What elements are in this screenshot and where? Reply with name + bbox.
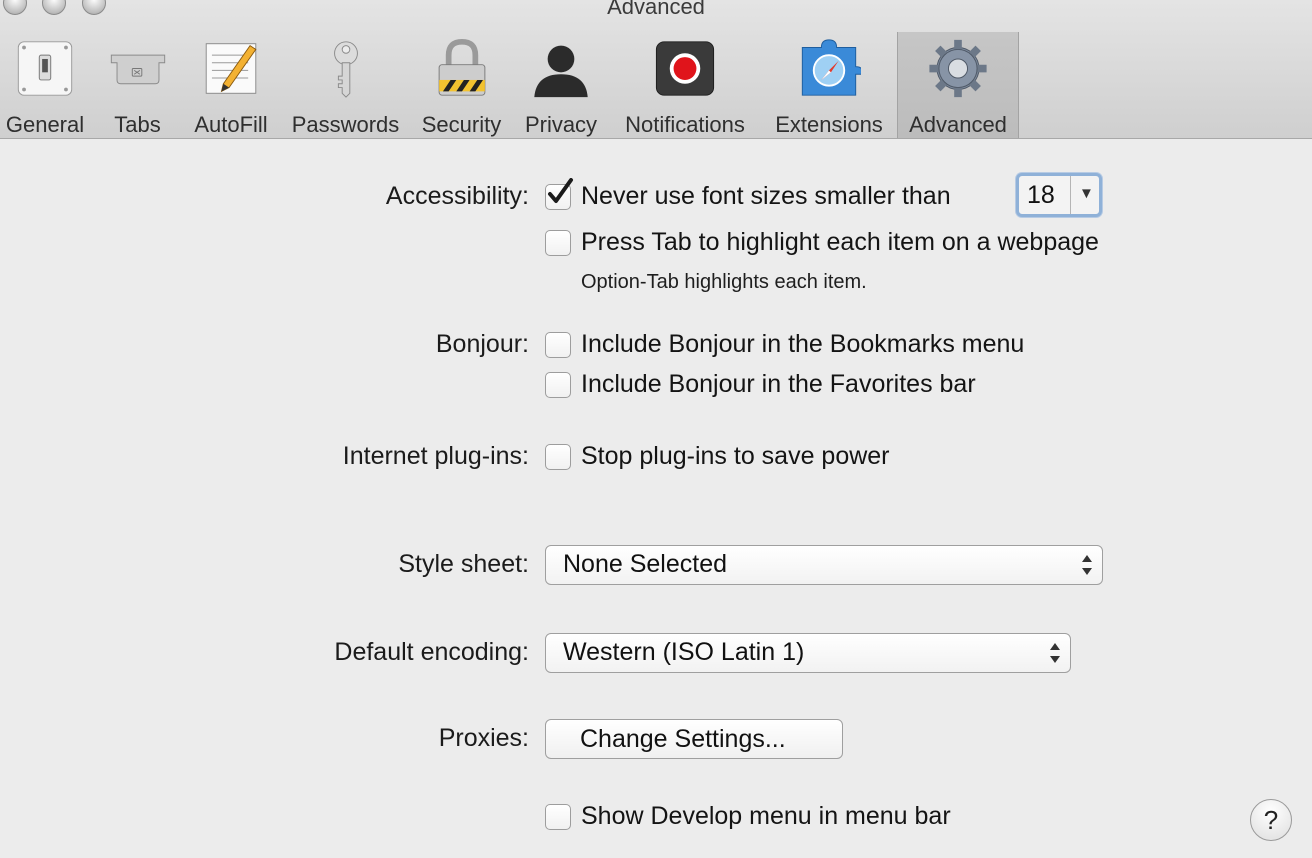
- tabs-icon: [110, 54, 165, 85]
- toolbar-label: Security: [421, 112, 502, 137]
- toolbar-item-passwords[interactable]: Passwords: [288, 32, 403, 138]
- bonjour-favorites-label: Include Bonjour in the Favorites bar: [581, 370, 976, 398]
- up-down-arrows-icon: [1082, 555, 1092, 575]
- style-sheet-label: Style sheet:: [398, 550, 529, 578]
- bonjour-bookmarks-label: Include Bonjour in the Bookmarks menu: [581, 330, 1025, 358]
- chevron-down-icon: ▼: [1079, 185, 1094, 202]
- toolbar-label: AutoFill: [194, 112, 268, 137]
- min-font-size-value: 18: [1027, 181, 1055, 209]
- stop-plugins-checkbox[interactable]: [545, 444, 571, 470]
- toolbar-item-security[interactable]: Security: [414, 32, 509, 138]
- bonjour-label: Bonjour:: [435, 330, 529, 358]
- style-sheet-popup[interactable]: None Selected: [545, 545, 1103, 585]
- accessibility-label: Accessibility:: [385, 182, 529, 210]
- switch-icon: [17, 41, 73, 96]
- toolbar-label: Advanced: [909, 112, 1007, 137]
- encoding-label: Default encoding:: [334, 638, 529, 666]
- toolbar-item-advanced[interactable]: Advanced: [897, 32, 1019, 138]
- key-icon: [333, 41, 358, 98]
- toolbar-item-autofill[interactable]: AutoFill: [186, 32, 276, 138]
- show-develop-menu-label: Show Develop menu in menu bar: [581, 802, 951, 830]
- toolbar-label: Extensions: [775, 112, 883, 137]
- plugins-label: Internet plug-ins:: [342, 442, 529, 470]
- bonjour-bookmarks-checkbox[interactable]: [545, 332, 571, 358]
- gear-icon: [929, 39, 987, 98]
- silhouette-icon: [534, 45, 588, 98]
- preferences-toolbar: Advanced General Tabs AutoFill Passwords…: [0, 0, 1312, 139]
- toolbar-item-general[interactable]: General: [0, 32, 90, 138]
- help-button[interactable]: ?: [1250, 799, 1292, 841]
- press-tab-checkbox[interactable]: [545, 230, 571, 256]
- style-sheet-value: None Selected: [563, 550, 728, 578]
- press-tab-label: Press Tab to highlight each item on a we…: [581, 228, 1099, 256]
- bonjour-favorites-checkbox[interactable]: [545, 372, 571, 398]
- option-tab-note: Option-Tab highlights each item.: [581, 271, 867, 293]
- min-font-size-label: Never use font sizes smaller than: [581, 182, 951, 210]
- select-divider: [1070, 176, 1071, 214]
- padlock-icon: [438, 38, 485, 96]
- toolbar-label: Passwords: [291, 112, 400, 137]
- record-icon: [655, 41, 715, 96]
- stop-plugins-label: Stop plug-ins to save power: [581, 442, 890, 470]
- puzzle-compass-icon: [801, 39, 861, 96]
- toolbar-item-notifications[interactable]: Notifications: [614, 32, 756, 138]
- toolbar-label: Privacy: [524, 112, 598, 137]
- toolbar-item-tabs[interactable]: Tabs: [100, 32, 175, 138]
- window-title: Advanced: [607, 0, 705, 19]
- encoding-popup[interactable]: Western (ISO Latin 1): [545, 633, 1071, 673]
- toolbar-item-privacy[interactable]: Privacy: [521, 32, 601, 138]
- toolbar-label: General: [5, 112, 85, 137]
- min-font-size-select[interactable]: 18 ▼: [1016, 173, 1102, 217]
- change-proxy-settings-button[interactable]: Change Settings...: [545, 719, 843, 759]
- toolbar-item-extensions[interactable]: Extensions: [768, 32, 890, 138]
- toolbar-label: Notifications: [625, 112, 745, 137]
- toolbar-label: Tabs: [114, 112, 161, 137]
- pencil-form-icon: [205, 43, 257, 94]
- min-font-size-checkbox[interactable]: [545, 178, 573, 210]
- proxies-label: Proxies:: [438, 724, 529, 752]
- up-down-arrows-icon: [1050, 643, 1060, 663]
- checkmark-icon: [548, 178, 573, 203]
- show-develop-menu-checkbox[interactable]: [545, 804, 571, 830]
- encoding-value: Western (ISO Latin 1): [563, 638, 805, 666]
